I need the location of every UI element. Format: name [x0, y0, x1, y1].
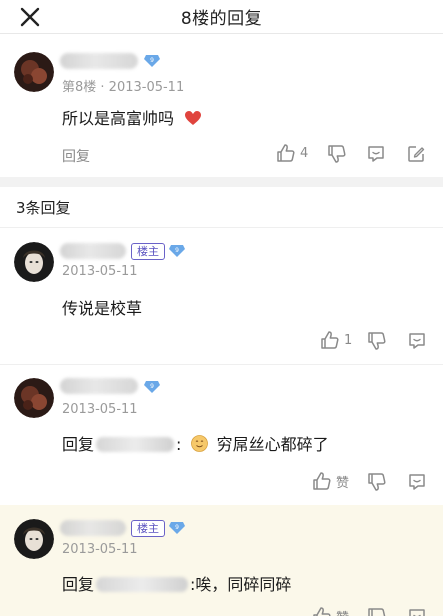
like-label: 赞	[336, 475, 350, 491]
section-gap	[0, 177, 443, 187]
like-button[interactable]: 1	[320, 330, 352, 350]
reply-button[interactable]: 回复	[62, 146, 90, 166]
host-tag: 楼主	[131, 243, 165, 260]
avatar[interactable]	[14, 378, 54, 418]
reply-message: :唉，同碎同碎	[190, 575, 292, 594]
main-post: 9 第8楼 · 2013-05-11 所以是高富帅吗 回复 4	[0, 35, 443, 177]
vip-badge-icon: 9	[144, 381, 160, 393]
username-redacted[interactable]	[60, 520, 126, 536]
svg-text:9: 9	[175, 524, 179, 531]
thumbs-up-icon	[321, 331, 339, 349]
reply-date: 2013-05-11	[62, 264, 138, 279]
thumbs-down-icon[interactable]	[327, 144, 347, 164]
comment-icon[interactable]	[407, 331, 427, 351]
like-button[interactable]: 4	[276, 143, 308, 163]
page-title: 8楼的回复	[180, 9, 263, 29]
mentioned-username-redacted[interactable]	[96, 577, 189, 592]
mentioned-username-redacted[interactable]	[96, 437, 175, 452]
like-count: 1	[344, 332, 353, 348]
like-button[interactable]: 赞	[312, 471, 349, 491]
thumbs-up-icon	[313, 472, 331, 490]
reply-prefix: 回复	[62, 575, 95, 594]
vip-badge-icon: 9	[169, 245, 185, 257]
comment-icon[interactable]	[407, 472, 427, 492]
avatar[interactable]	[14, 242, 54, 282]
post-text: 所以是高富帅吗	[62, 105, 202, 129]
avatar[interactable]	[14, 519, 54, 559]
reply-item: 楼主 9 2013-05-11 传说是校草 1	[0, 228, 443, 363]
reply-prefix: 回复	[62, 435, 95, 454]
like-label: 赞	[336, 607, 349, 616]
vip-badge-icon: 9	[144, 55, 160, 67]
reply-date: 2013-05-11	[62, 542, 138, 557]
heart-emoji-icon	[185, 111, 202, 125]
reply-message: 穷屌丝心都碎了	[216, 435, 329, 454]
reply-text: 传说是校草	[62, 299, 143, 318]
host-tag: 楼主	[131, 520, 165, 537]
thumbs-down-icon[interactable]	[367, 331, 387, 351]
username-redacted[interactable]	[60, 243, 126, 259]
comment-icon[interactable]	[366, 144, 386, 164]
svg-text:9: 9	[175, 247, 179, 254]
thumbs-up-icon	[277, 144, 295, 162]
replies-count-heading: 3条回复	[16, 199, 71, 217]
edit-icon[interactable]	[406, 144, 426, 164]
vip-badge-icon: 9	[169, 522, 185, 534]
svg-text:9: 9	[150, 57, 154, 64]
reply-colon: :	[176, 435, 182, 454]
reply-date: 2013-05-11	[62, 402, 138, 417]
smile-emoji-icon	[190, 435, 208, 452]
avatar[interactable]	[14, 52, 54, 92]
thumbs-down-icon[interactable]	[367, 472, 387, 492]
reply-thread-page: 8楼的回复 9 第8楼 · 2013-05-11 所以是高富帅吗 回复 4 3条…	[0, 0, 443, 616]
reply-item-highlighted: 楼主 9 2013-05-11 回复 :唉，同碎同碎 赞	[0, 505, 443, 616]
post-text-content: 所以是高富帅吗	[62, 109, 175, 128]
reply-text: 回复: 穷屌丝心都碎了	[62, 431, 329, 455]
thumbs-up-icon	[313, 607, 331, 616]
top-bar: 8楼的回复	[0, 0, 443, 34]
username-redacted[interactable]	[60, 378, 138, 394]
reply-item: 9 2013-05-11 回复: 穷屌丝心都碎了 赞	[0, 365, 443, 505]
comment-icon[interactable]	[407, 607, 427, 616]
svg-text:9: 9	[150, 383, 154, 390]
like-button[interactable]: 赞	[312, 606, 349, 616]
like-count: 4	[300, 145, 309, 161]
floor-date: 第8楼 · 2013-05-11	[62, 80, 185, 95]
username-redacted[interactable]	[60, 53, 138, 69]
reply-text: 回复 :唉，同碎同碎	[62, 571, 291, 595]
thumbs-down-icon[interactable]	[367, 607, 387, 616]
